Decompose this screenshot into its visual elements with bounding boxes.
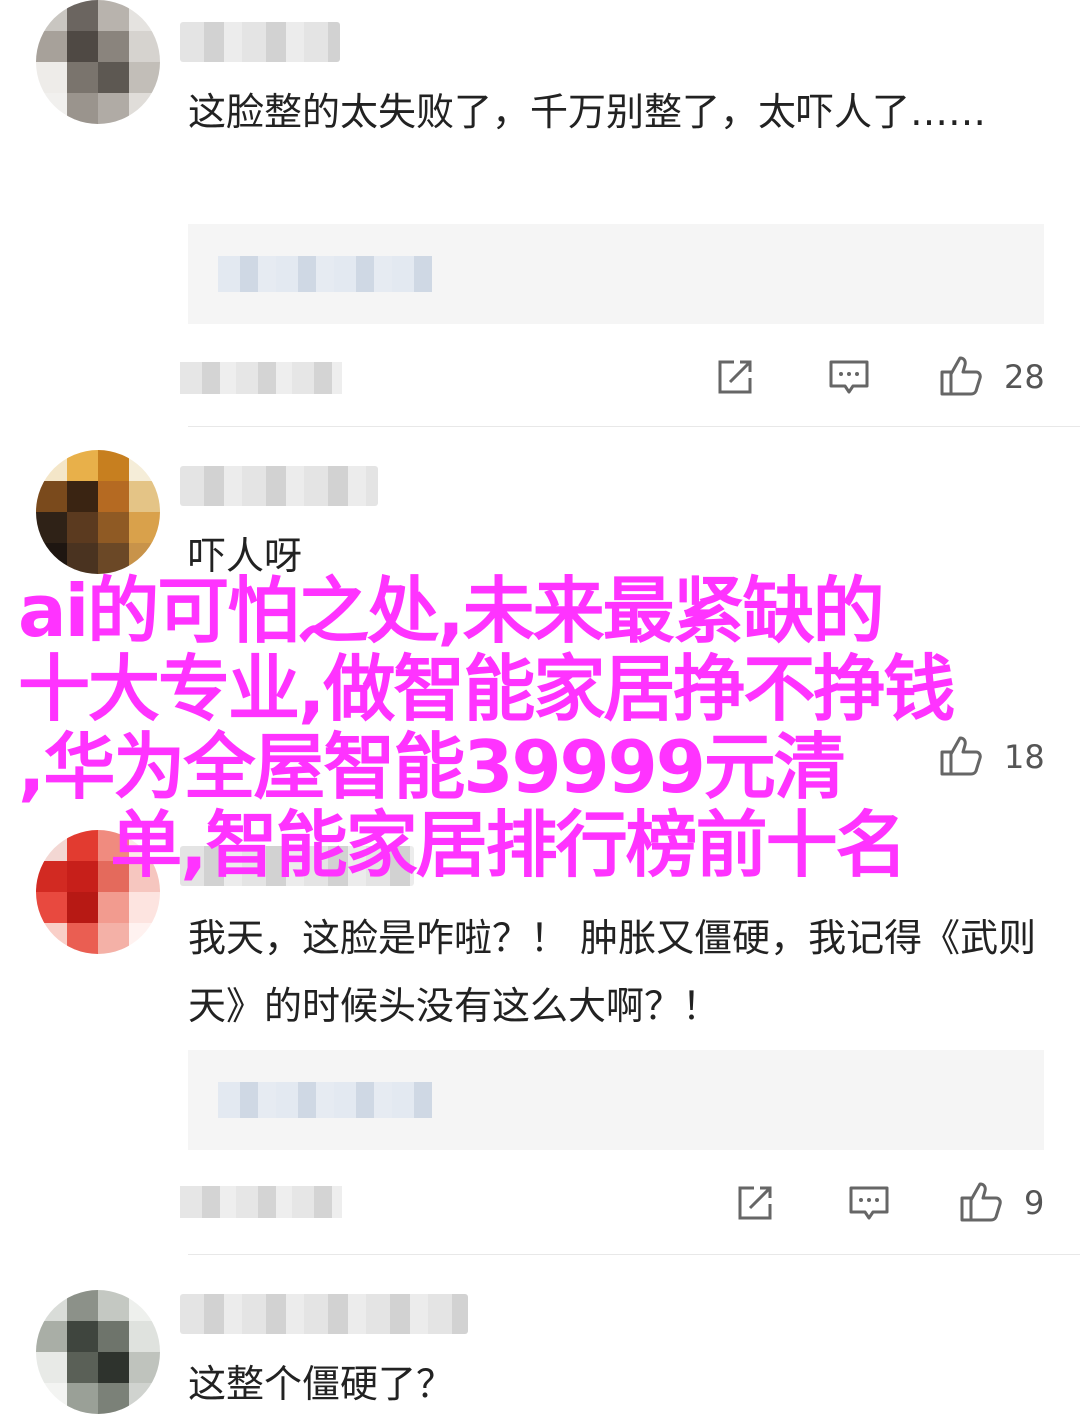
share-icon — [718, 360, 752, 394]
avatar-pixel — [129, 892, 160, 923]
avatar-pixel — [67, 450, 98, 481]
divider — [188, 1254, 1080, 1255]
like-button[interactable] — [938, 352, 984, 398]
avatar-pixel — [36, 1321, 67, 1352]
avatar-pixel — [36, 1352, 67, 1383]
like-icon — [960, 1182, 1002, 1222]
avatar-pixel — [129, 1352, 160, 1383]
divider — [188, 426, 1080, 427]
avatar-pixel — [67, 1352, 98, 1383]
reply-button[interactable] — [846, 1180, 892, 1226]
avatar-pixel — [67, 1290, 98, 1321]
comment-text: 我天，这脸是咋啦？！ 肿胀又僵硬，我记得《武则天》的时候头没有这么大啊？！ — [188, 916, 1037, 1028]
avatar-pixel — [98, 1383, 129, 1414]
reply-preview[interactable] — [188, 1050, 1044, 1150]
username-blurred[interactable] — [180, 466, 378, 506]
avatar-pixel — [129, 1383, 160, 1414]
avatar-pixel — [36, 923, 67, 954]
avatar-pixel — [129, 93, 160, 124]
avatar-pixel — [67, 0, 98, 31]
avatar-pixel — [67, 512, 98, 543]
share-button[interactable] — [732, 1180, 778, 1226]
avatar-pixel — [98, 923, 129, 954]
avatar-pixel — [36, 892, 67, 923]
avatar-pixel — [98, 0, 129, 31]
reply-preview-blurred — [218, 1082, 432, 1118]
comment-icon — [829, 360, 869, 394]
avatar-pixel — [129, 450, 160, 481]
like-count: 28 — [1004, 358, 1045, 396]
title-overlay: ai的可怕之处,未来最紧缺的 十大专业,做智能家居挣不挣钱 ,华为全屋智能399… — [18, 572, 1068, 884]
avatar-pixel — [67, 93, 98, 124]
avatar-pixel — [129, 923, 160, 954]
avatar[interactable] — [36, 0, 160, 124]
overlay-line: ,华为全屋智能39999元清 — [18, 725, 846, 809]
username-blurred[interactable] — [180, 1294, 468, 1334]
comment-time-blurred — [180, 362, 342, 394]
like-button[interactable] — [958, 1178, 1004, 1224]
avatar-pixel — [36, 450, 67, 481]
avatar-pixel — [36, 62, 67, 93]
avatar[interactable] — [36, 1290, 160, 1414]
avatar-pixel — [129, 31, 160, 62]
avatar-pixel — [129, 1321, 160, 1352]
overlay-line: ai的可怕之处,未来最紧缺的 — [18, 569, 885, 653]
share-button[interactable] — [712, 354, 758, 400]
comment-text: 这脸整的太失败了，千万别整了，太吓人了…… — [188, 90, 987, 134]
reply-preview[interactable] — [188, 224, 1044, 324]
avatar-pixel — [129, 512, 160, 543]
avatar-pixel — [36, 512, 67, 543]
avatar-pixel — [129, 0, 160, 31]
avatar-pixel — [98, 450, 129, 481]
avatar-pixel — [98, 62, 129, 93]
like-count: 9 — [1024, 1184, 1045, 1222]
avatar-pixel — [36, 0, 67, 31]
avatar-pixel — [67, 923, 98, 954]
overlay-line: 单,智能家居排行榜前十名 — [18, 803, 907, 887]
comment-time-blurred — [180, 1186, 342, 1218]
avatar-pixel — [98, 1321, 129, 1352]
reply-preview-blurred — [218, 256, 432, 292]
share-icon — [738, 1186, 772, 1220]
avatar-pixel — [67, 31, 98, 62]
avatar-pixel — [36, 31, 67, 62]
avatar-pixel — [67, 892, 98, 923]
avatar-pixel — [36, 1383, 67, 1414]
avatar-pixel — [129, 1290, 160, 1321]
overlay-line: 十大专业,做智能家居挣不挣钱 — [18, 647, 955, 731]
avatar-pixel — [67, 481, 98, 512]
avatar-pixel — [98, 481, 129, 512]
reply-button[interactable] — [826, 354, 872, 400]
avatar[interactable] — [36, 450, 160, 574]
avatar-pixel — [67, 62, 98, 93]
avatar-pixel — [98, 512, 129, 543]
avatar-pixel — [36, 93, 67, 124]
username-blurred[interactable] — [180, 22, 340, 62]
avatar-pixel — [36, 1290, 67, 1321]
comment-icon — [849, 1186, 889, 1220]
avatar-pixel — [129, 481, 160, 512]
avatar-pixel — [67, 1321, 98, 1352]
avatar-pixel — [98, 31, 129, 62]
avatar-pixel — [98, 892, 129, 923]
avatar-pixel — [98, 1290, 129, 1321]
like-icon — [940, 356, 982, 396]
avatar-pixel — [129, 62, 160, 93]
avatar-pixel — [98, 93, 129, 124]
avatar-pixel — [98, 1352, 129, 1383]
comment-text: 这整个僵硬了？ — [188, 1362, 455, 1406]
avatar-pixel — [67, 1383, 98, 1414]
avatar-pixel — [36, 481, 67, 512]
